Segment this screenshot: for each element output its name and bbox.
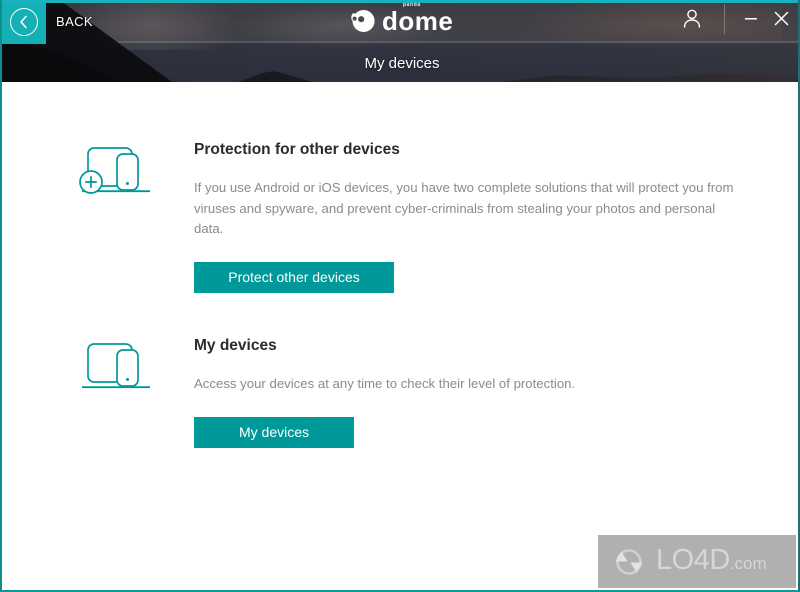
app-logo: panda dome <box>349 2 454 39</box>
back-button-label[interactable]: BACK <box>56 14 93 29</box>
page-title: My devices <box>364 54 440 72</box>
section-title: Protection for other devices <box>194 141 400 158</box>
devices-add-icon <box>76 140 156 202</box>
close-icon <box>774 11 789 26</box>
section-description: If you use Android or iOS devices, you h… <box>194 180 734 236</box>
account-button[interactable] <box>674 0 710 36</box>
content-area: Protection for other devices If you use … <box>2 82 798 590</box>
my-devices-button[interactable]: My devices <box>194 416 354 448</box>
section-title: My devices <box>194 337 277 354</box>
watermark-text: LO4D.com <box>656 543 767 578</box>
minimize-button[interactable] <box>736 0 766 36</box>
top-accent-line <box>2 0 798 3</box>
watermark-suffix: .com <box>729 553 767 573</box>
user-icon <box>683 9 701 28</box>
section-body: My devices Access your devices at any ti… <box>194 336 764 448</box>
section-description: Access your devices at any time to check… <box>194 376 576 391</box>
refresh-circle-icon <box>608 542 650 582</box>
panda-logo-icon <box>349 8 375 34</box>
close-button[interactable] <box>766 0 796 36</box>
watermark-name: LO4D <box>656 543 730 576</box>
window-controls-separator <box>724 4 725 34</box>
back-button[interactable] <box>2 0 46 44</box>
logo-wordmark: dome <box>382 5 454 36</box>
watermark: LO4D.com <box>598 535 796 588</box>
minimize-icon <box>744 12 758 24</box>
devices-icon <box>76 336 156 398</box>
chevron-left-icon <box>10 8 38 36</box>
section-body: Protection for other devices If you use … <box>194 140 764 293</box>
header-horizon-line <box>2 41 798 43</box>
protect-other-devices-button[interactable]: Protect other devices <box>194 261 394 293</box>
application-window: BACK panda dome My devices Protection fo… <box>0 0 800 592</box>
